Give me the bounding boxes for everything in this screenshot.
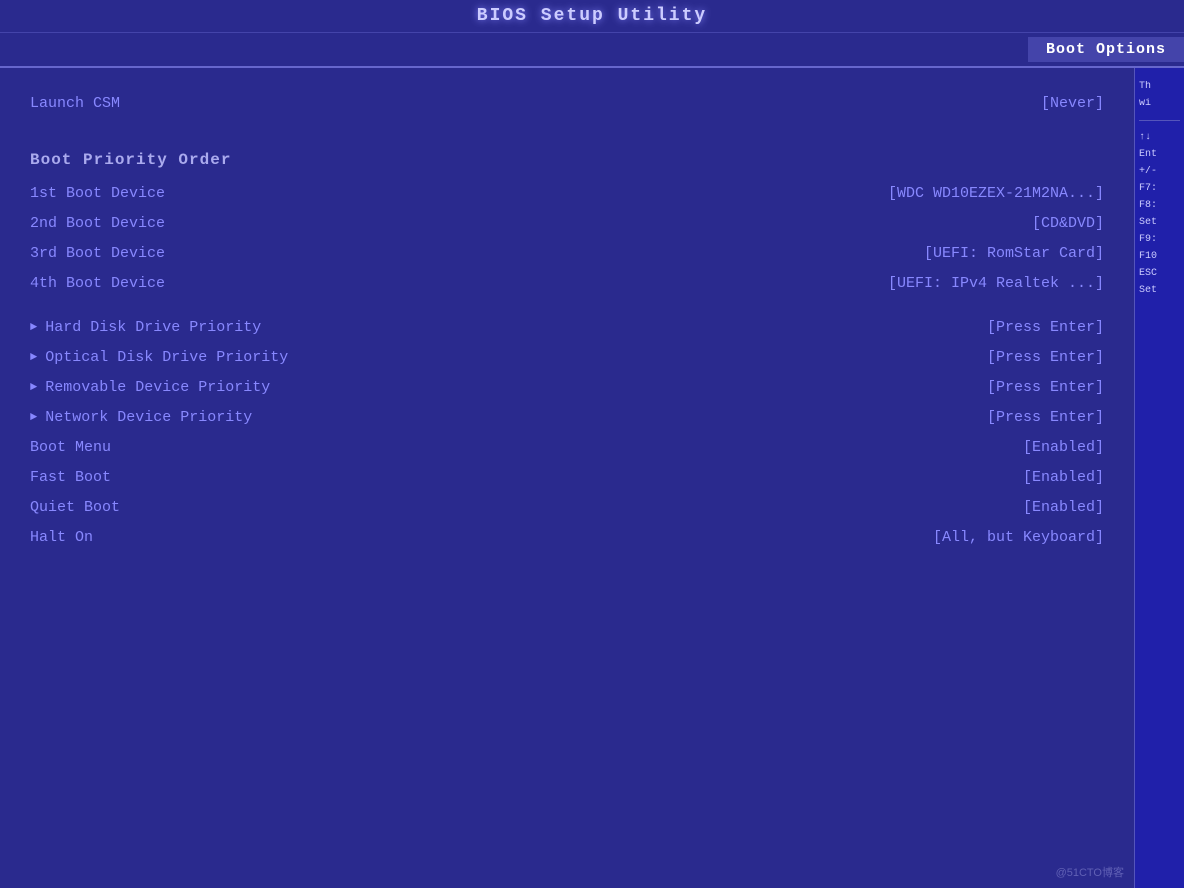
halt-on-row[interactable]: Halt On [All, but Keyboard] [30,524,1104,552]
quiet-boot-label: Quiet Boot [30,496,120,520]
sidebar-key-updown: ↑↓ [1139,132,1180,143]
quiet-boot-row[interactable]: Quiet Boot [Enabled] [30,494,1104,522]
fast-boot-row[interactable]: Fast Boot [Enabled] [30,464,1104,492]
sidebar-key-f7: F7: [1139,183,1180,194]
network-priority-label: Network Device Priority [30,406,252,430]
hdd-priority-row[interactable]: Hard Disk Drive Priority [Press Enter] [30,314,1104,342]
priority-items-list: Hard Disk Drive Priority [Press Enter] O… [30,314,1104,552]
top-header: BIOS Setup Utility [0,0,1184,33]
boot-device-1-value: [WDC WD10EZEX-21M2NA...] [888,182,1104,206]
sidebar-key-esc: ESC [1139,268,1180,279]
tab-boot-options[interactable]: Boot Options [1028,37,1184,62]
boot-device-3-value: [UEFI: RomStar Card] [924,242,1104,266]
boot-menu-row[interactable]: Boot Menu [Enabled] [30,434,1104,462]
boot-device-4-value: [UEFI: IPv4 Realtek ...] [888,272,1104,296]
sidebar-key-plusminus: +/- [1139,166,1180,177]
hdd-priority-label: Hard Disk Drive Priority [30,316,261,340]
boot-device-2-label: 2nd Boot Device [30,212,165,236]
sidebar-key-ent: Ent [1139,149,1180,160]
fast-boot-value: [Enabled] [1023,466,1104,490]
odd-priority-value: [Press Enter] [987,346,1104,370]
sidebar-key-f10: F10 [1139,251,1180,262]
boot-priority-header: Boot Priority Order [30,148,1104,174]
boot-device-2-value: [CD&DVD] [1032,212,1104,236]
boot-menu-label: Boot Menu [30,436,111,460]
sidebar-key-f8: F8: [1139,200,1180,211]
boot-device-4-label: 4th Boot Device [30,272,165,296]
fast-boot-label: Fast Boot [30,466,111,490]
sidebar-key-f9: F9: [1139,234,1180,245]
network-priority-row[interactable]: Network Device Priority [Press Enter] [30,404,1104,432]
network-priority-value: [Press Enter] [987,406,1104,430]
main-content: Launch CSM [Never] Boot Priority Order 1… [0,68,1184,888]
bios-screen: BIOS Setup Utility Boot Options Launch C… [0,0,1184,888]
removable-priority-row[interactable]: Removable Device Priority [Press Enter] [30,374,1104,402]
halt-on-label: Halt On [30,526,93,550]
sidebar-key-set1: Set [1139,217,1180,228]
left-panel: Launch CSM [Never] Boot Priority Order 1… [0,68,1134,888]
odd-priority-row[interactable]: Optical Disk Drive Priority [Press Enter… [30,344,1104,372]
boot-device-4[interactable]: 4th Boot Device [UEFI: IPv4 Realtek ...] [30,270,1104,298]
boot-device-2[interactable]: 2nd Boot Device [CD&DVD] [30,210,1104,238]
watermark: @51CTO博客 [1056,864,1124,880]
sidebar-key-set2: Set [1139,285,1180,296]
boot-devices-list: 1st Boot Device [WDC WD10EZEX-21M2NA...]… [30,180,1104,298]
odd-priority-label: Optical Disk Drive Priority [30,346,288,370]
boot-menu-value: [Enabled] [1023,436,1104,460]
boot-device-3-label: 3rd Boot Device [30,242,165,266]
removable-priority-label: Removable Device Priority [30,376,270,400]
tab-bar: Boot Options [0,33,1184,68]
boot-device-1-label: 1st Boot Device [30,182,165,206]
sidebar-key-2: wi [1139,98,1180,109]
right-sidebar: Th wi ↑↓ Ent +/- F7: F8: Set F9: F10 ESC… [1134,68,1184,888]
launch-csm-value: [Never] [1041,92,1104,116]
quiet-boot-value: [Enabled] [1023,496,1104,520]
sidebar-divider-1 [1139,120,1180,121]
bios-title: BIOS Setup Utility [477,6,707,26]
sidebar-key-1: Th [1139,81,1180,92]
launch-csm-label: Launch CSM [30,92,120,116]
halt-on-value: [All, but Keyboard] [933,526,1104,550]
boot-device-3[interactable]: 3rd Boot Device [UEFI: RomStar Card] [30,240,1104,268]
boot-device-1[interactable]: 1st Boot Device [WDC WD10EZEX-21M2NA...] [30,180,1104,208]
hdd-priority-value: [Press Enter] [987,316,1104,340]
launch-csm-row[interactable]: Launch CSM [Never] [30,90,1104,118]
removable-priority-value: [Press Enter] [987,376,1104,400]
